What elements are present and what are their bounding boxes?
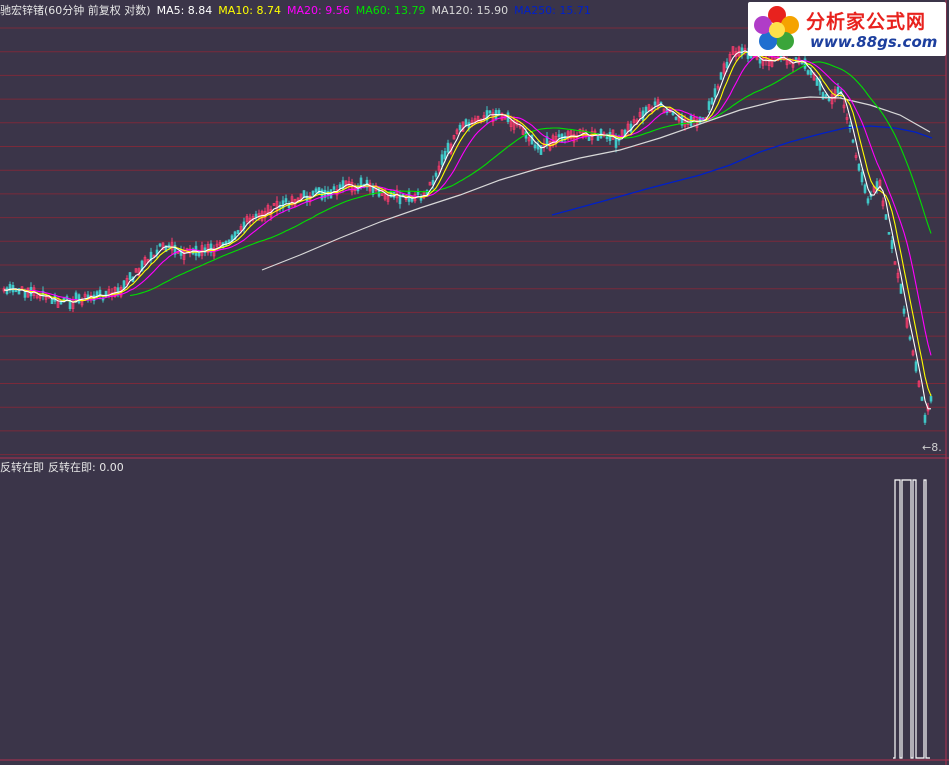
sub-indicator-value: 反转在即: 0.00 (48, 461, 124, 474)
ma5-line (3, 50, 931, 410)
candle-body (497, 110, 501, 115)
candle-body (464, 119, 468, 127)
candle-body (77, 294, 81, 304)
candle-body (446, 142, 450, 153)
candle-body (815, 77, 819, 86)
candle-body (128, 272, 132, 280)
candle-body (440, 154, 444, 165)
candle-body (317, 187, 321, 195)
reversal-signal-line (893, 479, 930, 759)
candle-body (719, 72, 723, 80)
price-grid-lines (0, 27, 946, 456)
candle-body (674, 116, 678, 120)
candle-body (758, 58, 762, 64)
candle-body (860, 172, 864, 183)
candlesticks (2, 43, 933, 425)
candle-body (920, 396, 924, 401)
candle-body (236, 230, 240, 234)
candle-body (377, 187, 381, 197)
candle-body (902, 308, 906, 314)
candle-body (806, 70, 810, 75)
logo-url: www.88gs.com (810, 33, 938, 51)
candle-body (908, 336, 912, 340)
flower-logo-icon (754, 6, 799, 50)
ma250-label: MA250: 15.71 (514, 4, 591, 17)
candle-body (884, 214, 888, 220)
candle-body (725, 61, 729, 69)
sub-indicator-title: 反转在即 (0, 461, 44, 474)
candle-body (443, 151, 447, 160)
logo-title: 分析家公式网 (806, 11, 927, 33)
ma120-label: MA120: 15.90 (431, 4, 509, 17)
candle-body (50, 298, 54, 305)
candle-body (929, 396, 933, 402)
candle-body (707, 101, 711, 110)
ma60-label: MA60: 13.79 (355, 4, 426, 17)
stock-title: 驰宏锌锗(60分钟 前复权 对数) (0, 4, 151, 17)
candle-body (557, 134, 561, 138)
ma20-label: MA20: 9.56 (287, 4, 350, 17)
ma5-label: MA5: 8.84 (156, 4, 213, 17)
candle-body (614, 138, 618, 148)
candle-body (857, 164, 861, 171)
candle-body (599, 129, 603, 139)
candle-body (836, 86, 840, 94)
ma20-line (3, 54, 932, 356)
candle-body (533, 144, 537, 149)
ma10-label: MA10: 8.74 (218, 4, 282, 17)
candle-body (23, 291, 27, 298)
candle-body (434, 172, 438, 177)
last-price-tag: ←8. (922, 441, 942, 454)
site-logo[interactable]: 分析家公式网 www.88gs.com (748, 2, 946, 56)
candle-body (332, 186, 336, 190)
sub-indicator-header: 反转在即 反转在即: 0.00 (0, 461, 128, 475)
candle-body (890, 240, 894, 249)
candle-body (284, 198, 288, 203)
candle-body (314, 188, 318, 193)
candle-body (914, 361, 918, 372)
candle-body (254, 213, 258, 218)
candle-body (866, 198, 870, 204)
candle-body (338, 184, 342, 189)
candle-body (158, 243, 162, 247)
candle-body (899, 283, 903, 294)
candle-body (710, 97, 714, 105)
candle-body (923, 414, 927, 423)
candle-body (416, 191, 420, 195)
ma10-line (3, 51, 932, 397)
candle-body (887, 232, 891, 235)
candle-body (713, 88, 717, 98)
candle-body (605, 136, 609, 140)
candle-body (863, 184, 867, 193)
indicator-header: 驰宏锌锗(60分钟 前复权 对数) MA5: 8.84 MA10: 8.74 MA20… (0, 4, 597, 18)
candle-body (488, 110, 492, 114)
candle-body (311, 190, 315, 196)
candle-body (653, 101, 657, 106)
kline-chart[interactable] (0, 0, 949, 765)
candle-body (851, 139, 855, 143)
candle-body (458, 124, 462, 131)
